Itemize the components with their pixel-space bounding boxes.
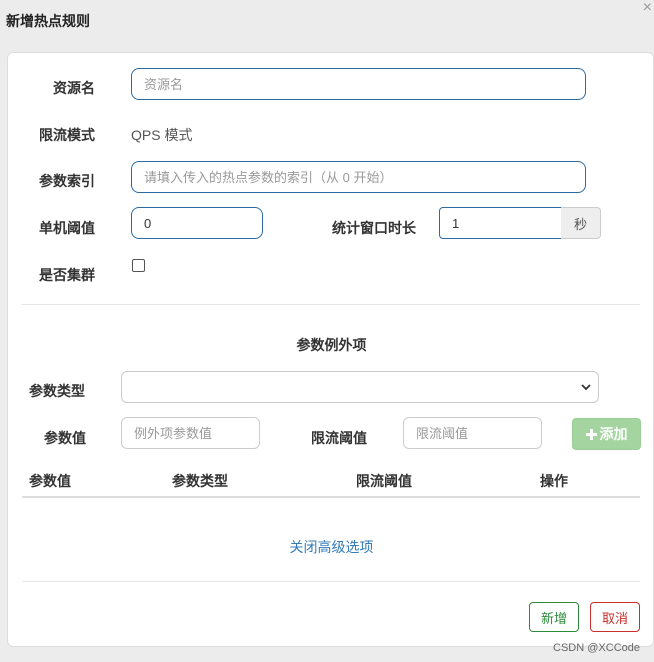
chevron-down-icon: [581, 384, 591, 391]
save-button[interactable]: 新增: [529, 602, 579, 632]
limit-label: 限流阈值: [311, 430, 367, 446]
param-type-label: 参数类型: [29, 383, 85, 399]
watermark: CSDN @XCCode: [553, 642, 640, 654]
close-icon[interactable]: ×: [643, 0, 652, 16]
flow-mode-label: 限流模式: [39, 127, 95, 143]
table-header: 参数类型: [172, 473, 228, 489]
cancel-button[interactable]: 取消: [590, 602, 640, 632]
add-button[interactable]: 添加: [572, 418, 641, 450]
param-index-label: 参数索引: [39, 173, 95, 189]
cluster-checkbox[interactable]: [132, 259, 145, 272]
param-value-label: 参数值: [44, 430, 86, 446]
dialog-title: 新增热点规则: [6, 13, 90, 29]
advanced-options-toggle[interactable]: 关闭高级选项: [8, 537, 654, 557]
add-button-label: 添加: [599, 426, 628, 442]
section-divider: [22, 304, 640, 305]
cluster-label: 是否集群: [39, 267, 95, 283]
window-unit: 秒: [561, 207, 601, 239]
resource-name-label: 资源名: [53, 80, 95, 96]
table-header: 操作: [540, 473, 568, 489]
rule-form-card: 资源名 限流模式 QPS 模式 参数索引 单机阈值 统计窗口时长 秒 是否集群 …: [7, 52, 654, 647]
limit-input[interactable]: [403, 417, 542, 449]
table-header-border: [22, 496, 640, 498]
threshold-input[interactable]: [131, 207, 263, 239]
window-input[interactable]: [439, 207, 562, 239]
plus-icon: [585, 428, 597, 440]
resource-name-input[interactable]: [131, 68, 586, 100]
table-header: 限流阈值: [356, 473, 412, 489]
param-type-select[interactable]: [121, 371, 599, 403]
param-value-input[interactable]: [121, 417, 260, 449]
window-label: 统计窗口时长: [332, 220, 416, 236]
table-header: 参数值: [29, 473, 71, 489]
flow-mode-value: QPS 模式: [131, 127, 193, 143]
threshold-label: 单机阈值: [39, 220, 95, 236]
param-index-input[interactable]: [131, 161, 586, 193]
exceptions-title: 参数例外项: [296, 337, 367, 353]
footer-divider: [22, 581, 640, 582]
